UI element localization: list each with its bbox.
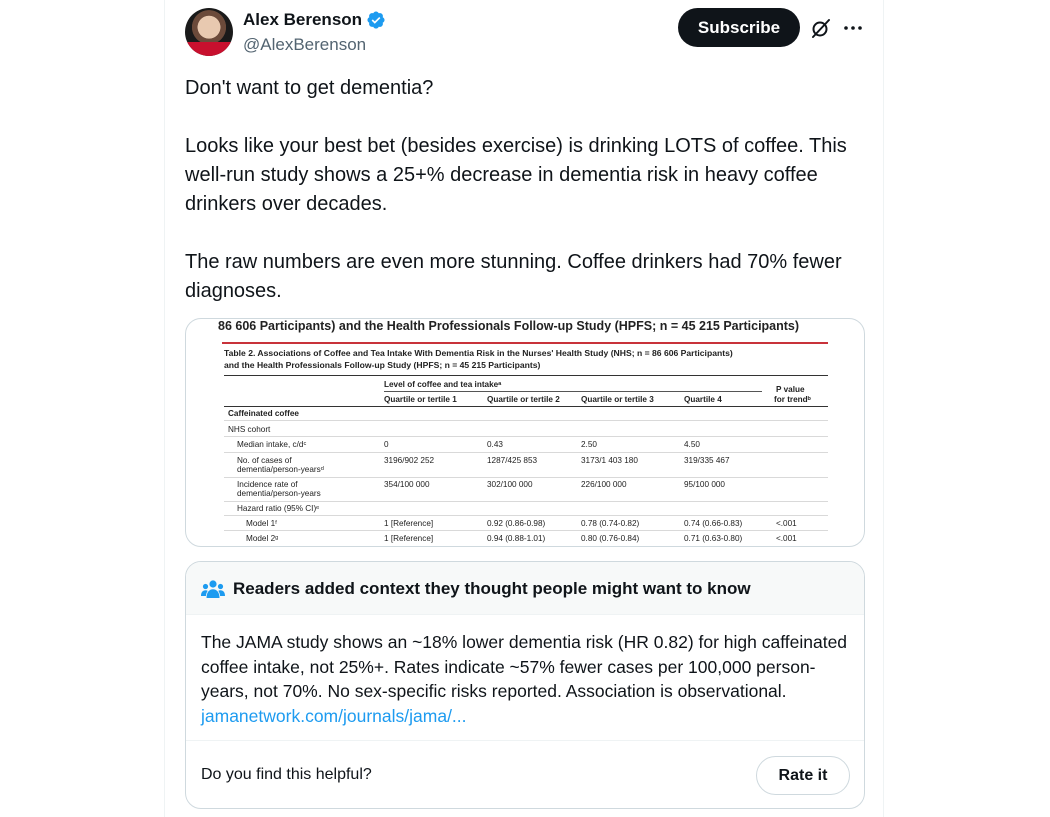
tweet-column: Alex Berenson @AlexBerenson Subscribe Do… — [164, 0, 884, 817]
table-cell: 302/100 000 — [487, 480, 533, 489]
table-cell: 2.50 — [581, 440, 597, 449]
author-name-row: Alex Berenson — [243, 10, 386, 30]
table-caption: Table 2. Associations of Coffee and Tea … — [224, 347, 824, 371]
table-section-label: Caffeinated coffee — [228, 409, 299, 418]
table-row-divider — [224, 452, 828, 453]
avatar[interactable] — [185, 8, 233, 56]
table-cell: 319/335 467 — [684, 456, 730, 465]
table-group-header: Level of coffee and tea intakeᵃ — [384, 380, 502, 389]
table-cell: 0.78 (0.74-0.82) — [581, 519, 640, 528]
table-row-label: Median intake, c/dᶜ — [237, 440, 307, 449]
helpful-question: Do you find this helpful? — [201, 766, 372, 783]
table-cell: <.001 — [776, 519, 797, 528]
table-heading: 86 606 Participants) and the Health Prof… — [218, 319, 800, 333]
tweet-text: Don't want to get dementia? Looks like y… — [185, 74, 855, 306]
table-cell: 3196/902 252 — [384, 456, 435, 465]
table-caption-line: and the Health Professionals Follow-up S… — [224, 360, 541, 370]
table-cell: 0.71 (0.63-0.80) — [684, 534, 743, 543]
community-note-header: Readers added context they thought peopl… — [186, 562, 864, 615]
table-accent-rule — [222, 342, 828, 344]
table-cell: 0 — [384, 440, 389, 449]
table-row-label: Hazard ratio (95% CI)ᵉ — [237, 504, 320, 513]
rate-it-button[interactable]: Rate it — [756, 756, 850, 795]
table-row-divider — [224, 530, 828, 531]
table-row-divider — [224, 420, 828, 421]
author-display-name[interactable]: Alex Berenson — [243, 10, 362, 30]
tweet-paragraph: Don't want to get dementia? — [185, 77, 434, 99]
table-cell: 0.74 (0.66-0.83) — [684, 519, 743, 528]
table-column-header: Quartile or tertile 2 — [487, 395, 560, 404]
grok-icon[interactable] — [809, 16, 833, 40]
table-column-header: Quartile 4 — [684, 395, 722, 404]
table-pvalue-header: for trendᵇ — [774, 395, 811, 404]
table-row-divider — [224, 436, 828, 437]
table-column-header: Quartile or tertile 1 — [384, 395, 457, 404]
tweet-paragraph: Looks like your best bet (besides exerci… — [185, 135, 847, 215]
people-icon — [201, 580, 225, 598]
table-cell: 0.94 (0.88-1.01) — [487, 534, 546, 543]
table-cell: 1 [Reference] — [384, 519, 434, 528]
table-cell: 0.43 — [487, 440, 503, 449]
community-note-body: The JAMA study shows an ~18% lower demen… — [201, 630, 853, 728]
table-group-rule — [384, 391, 762, 392]
table-row-divider — [224, 477, 828, 478]
tweet-paragraph: The raw numbers are even more stunning. … — [185, 251, 842, 302]
table-screenshot: 86 606 Participants) and the Health Prof… — [186, 319, 864, 546]
table-cell: <.001 — [776, 534, 797, 543]
table-row-label: Model 1ᶠ — [246, 519, 278, 528]
table-pvalue-header: P value — [776, 385, 805, 394]
more-dots-icon[interactable] — [841, 16, 865, 40]
table-cell: 226/100 000 — [581, 480, 627, 489]
community-note-divider — [186, 740, 864, 741]
attached-image-table[interactable]: 86 606 Participants) and the Health Prof… — [185, 318, 865, 547]
table-cell: 4.50 — [684, 440, 700, 449]
table-cell: 3173/1 403 180 — [581, 456, 638, 465]
table-row-label: dementia/person-years — [237, 489, 321, 498]
table-cohort-label: NHS cohort — [228, 425, 271, 434]
table-caption-line: Table 2. Associations of Coffee and Tea … — [224, 348, 733, 358]
table-cell: 1 [Reference] — [384, 534, 434, 543]
table-cell: 354/100 000 — [384, 480, 430, 489]
table-row-divider — [224, 515, 828, 516]
community-note-text: The JAMA study shows an ~18% lower demen… — [201, 632, 848, 701]
community-note-link[interactable]: jamanetwork.com/journals/jama/... — [201, 706, 467, 726]
table-header-rule — [224, 406, 828, 407]
table-cell: 0.92 (0.86-0.98) — [487, 519, 546, 528]
subscribe-button[interactable]: Subscribe — [678, 8, 800, 47]
community-note-title: Readers added context they thought peopl… — [233, 579, 751, 598]
verified-badge-icon — [367, 11, 385, 29]
table-cell: 1287/425 853 — [487, 456, 538, 465]
table-row-divider — [224, 501, 828, 502]
table-cell: 95/100 000 — [684, 480, 725, 489]
author-handle[interactable]: @AlexBerenson — [243, 35, 366, 55]
table-cell: 0.80 (0.76-0.84) — [581, 534, 640, 543]
community-note: Readers added context they thought peopl… — [185, 561, 865, 809]
table-row-label: dementia/person-yearsᵈ — [237, 465, 324, 474]
table-row-label: Model 2ᵍ — [246, 534, 279, 543]
table-column-header: Quartile or tertile 3 — [581, 395, 654, 404]
table-top-rule — [224, 375, 828, 376]
